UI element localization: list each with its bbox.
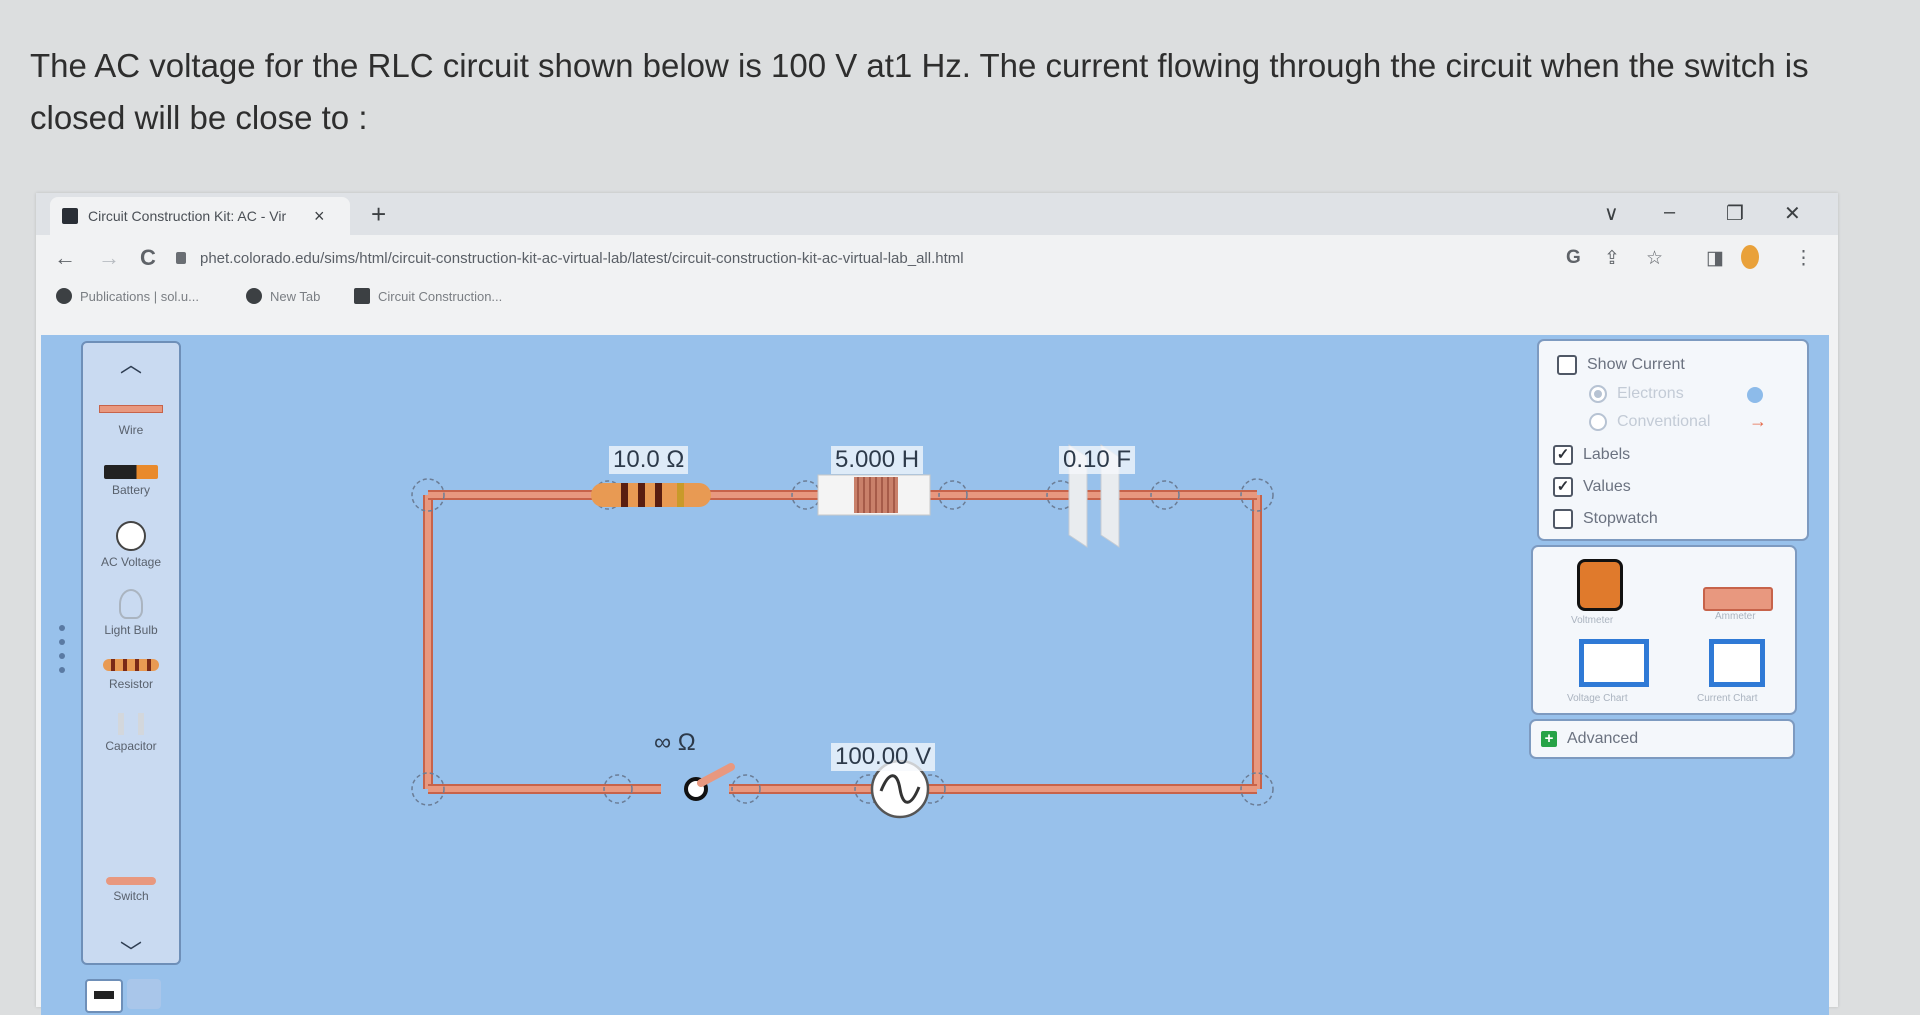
- checkbox-checked-icon: ✓: [1553, 477, 1573, 497]
- tab-title: Circuit Construction Kit: AC - Vir: [88, 208, 287, 224]
- phet-favicon-icon: [62, 208, 78, 224]
- secondary-toolbox-tab[interactable]: [127, 979, 161, 1009]
- voltmeter-tool[interactable]: Voltmeter: [1557, 557, 1641, 626]
- conventional-radio[interactable]: Conventional: [1589, 413, 1710, 431]
- close-window-button[interactable]: ✕: [1784, 201, 1801, 226]
- bookmark-star-icon[interactable]: ☆: [1646, 247, 1663, 270]
- current-chart-icon: [1709, 639, 1765, 687]
- phet-favicon-icon: [354, 288, 370, 304]
- stopwatch-checkbox[interactable]: Stopwatch: [1553, 509, 1658, 529]
- current-chart-label: Current Chart: [1697, 693, 1758, 704]
- bookmark-site-icon: [56, 288, 72, 304]
- ammeter-label: Ammeter: [1715, 611, 1756, 622]
- google-icon[interactable]: G: [1566, 247, 1581, 269]
- tab-strip: Circuit Construction Kit: AC - Vir × + ∨…: [36, 193, 1838, 235]
- electrons-radio[interactable]: Electrons: [1589, 385, 1684, 403]
- voltage-chart-label: Voltage Chart: [1567, 693, 1628, 704]
- inductor-value-label: 5.000 H: [831, 446, 924, 474]
- address-bar[interactable]: phet.colorado.edu/sims/html/circuit-cons…: [176, 243, 1576, 273]
- electrons-label: Electrons: [1617, 385, 1684, 402]
- labels-checkbox[interactable]: ✓ Labels: [1553, 445, 1630, 465]
- show-current-label: Show Current: [1587, 356, 1685, 373]
- values-label: Values: [1583, 478, 1631, 495]
- bookmark-new-tab[interactable]: New Tab: [246, 288, 320, 304]
- arrow-right-icon: →: [1749, 411, 1767, 431]
- checkbox-icon: [1557, 355, 1577, 375]
- lock-icon: [176, 252, 186, 264]
- close-tab-icon[interactable]: ×: [314, 206, 325, 227]
- bookmark-label: New Tab: [270, 288, 321, 304]
- checkbox-icon: [1553, 509, 1573, 529]
- resistor-value-label: 10.0 Ω: [609, 446, 689, 474]
- voltage-chart-tool[interactable]: Voltage Chart: [1553, 637, 1653, 704]
- switch-component: [684, 763, 735, 801]
- checkbox-checked-icon: ✓: [1553, 445, 1573, 465]
- ammeter-tool[interactable]: Ammeter: [1703, 587, 1777, 623]
- new-tab-button[interactable]: +: [371, 199, 386, 230]
- capacitor-value-label: 0.10 F: [1059, 446, 1136, 474]
- tab-circuit-construction-kit[interactable]: Circuit Construction Kit: AC - Vir ×: [50, 197, 350, 235]
- stopwatch-label: Stopwatch: [1583, 510, 1658, 527]
- lab-toolbox-tab[interactable]: [85, 979, 123, 1013]
- sensor-tools-panel: Voltmeter Ammeter Voltage Chart Current …: [1531, 545, 1797, 715]
- menu-icon[interactable]: ⋮: [1794, 247, 1813, 270]
- question-text: The AC voltage for the RLC circuit shown…: [30, 47, 1809, 136]
- expand-icon: +: [1541, 731, 1557, 747]
- browser-toolbar: ← → C phet.colorado.edu/sims/html/circui…: [36, 235, 1838, 281]
- side-panel-icon[interactable]: ◨: [1706, 247, 1724, 270]
- switch-resistance-label: ∞ Ω: [654, 729, 696, 756]
- labels-label: Labels: [1583, 446, 1631, 463]
- radio-icon: [1589, 385, 1607, 403]
- voltmeter-icon: [1577, 559, 1623, 611]
- bookmark-circuit-construction[interactable]: Circuit Construction...: [354, 288, 502, 304]
- minimize-button[interactable]: –: [1664, 201, 1675, 224]
- bookmarks-bar: Publications | sol.u... New Tab Circuit …: [36, 281, 1838, 315]
- voltmeter-label: Voltmeter: [1571, 615, 1614, 626]
- advanced-accordion[interactable]: + Advanced: [1529, 719, 1795, 759]
- simulation-canvas[interactable]: ︿ Wire Battery AC Voltage Light Bulb Res…: [41, 335, 1829, 1015]
- electron-icon: [1747, 387, 1763, 403]
- advanced-label: Advanced: [1567, 730, 1639, 747]
- globe-icon: [246, 288, 262, 304]
- show-current-checkbox[interactable]: Show Current: [1557, 355, 1685, 375]
- forward-icon[interactable]: →: [98, 245, 120, 271]
- voltage-chart-icon: [1579, 639, 1649, 687]
- values-checkbox[interactable]: ✓ Values: [1553, 477, 1631, 497]
- bookmark-publications[interactable]: Publications | sol.u...: [56, 288, 199, 304]
- reload-icon[interactable]: C: [140, 245, 156, 271]
- url-text: phet.colorado.edu/sims/html/circuit-cons…: [200, 249, 964, 267]
- resistor-component: [591, 483, 711, 507]
- display-options-panel: Show Current Electrons Conventional → ✓ …: [1537, 339, 1809, 541]
- bookmark-label: Publications | sol.u...: [80, 288, 199, 304]
- conventional-label: Conventional: [1617, 413, 1711, 430]
- source-voltage-label: 100.00 V: [831, 743, 936, 771]
- inductor-component: [817, 474, 931, 516]
- battery-icon: [94, 991, 114, 999]
- ammeter-icon: [1703, 587, 1773, 611]
- share-icon[interactable]: ⇪: [1604, 247, 1620, 270]
- back-icon[interactable]: ←: [54, 245, 76, 271]
- browser-window: Circuit Construction Kit: AC - Vir × + ∨…: [36, 193, 1838, 1015]
- restore-button[interactable]: ❐: [1726, 201, 1744, 226]
- tab-search-icon[interactable]: ∨: [1604, 201, 1619, 226]
- profile-avatar-icon[interactable]: [1741, 245, 1759, 269]
- bookmark-label: Circuit Construction...: [378, 288, 503, 304]
- current-chart-tool[interactable]: Current Chart: [1683, 637, 1783, 704]
- radio-icon: [1589, 413, 1607, 431]
